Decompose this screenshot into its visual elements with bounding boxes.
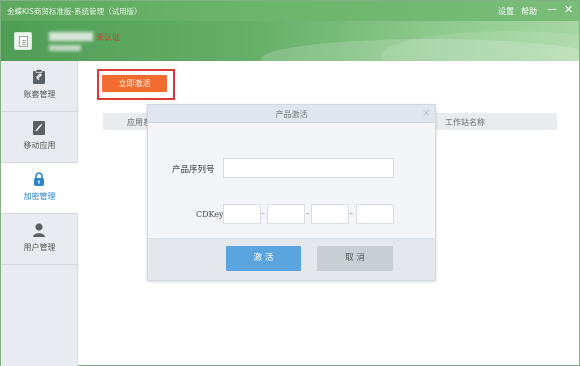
mobile-app-icon <box>33 121 45 135</box>
help-link[interactable]: 帮助 <box>521 6 537 17</box>
document-icon <box>19 36 28 47</box>
sidebar-item-encryption[interactable]: 加密管理 <box>1 163 78 213</box>
sidebar-item-label: 用户管理 <box>23 243 56 252</box>
cancel-button[interactable]: 取 消 <box>317 246 393 271</box>
company-avatar <box>14 32 32 50</box>
account-set-icon <box>33 69 45 84</box>
dialog-title: 产品激活 <box>275 110 308 119</box>
window-title: 金蝶KIS商贸标准版-系统管理（试用版） <box>7 7 142 16</box>
cdkey-separator: - <box>350 209 353 218</box>
activate-button[interactable]: 激 活 <box>226 246 301 271</box>
sidebar-item-label: 移动应用 <box>23 141 56 150</box>
minimize-icon[interactable]: — <box>547 4 557 15</box>
lock-icon <box>34 172 44 186</box>
serial-number-label: 产品序列号 <box>172 165 215 175</box>
dialog-title-bar: 产品激活 × <box>148 105 435 123</box>
cdkey-segment-2-input[interactable] <box>267 204 305 224</box>
cdkey-segment-3-input[interactable] <box>311 204 349 224</box>
cdkey-segment-1-input[interactable] <box>223 204 261 224</box>
close-icon[interactable]: × <box>422 108 430 119</box>
header-decoration-wave <box>261 39 579 61</box>
sidebar-divider <box>1 264 78 265</box>
cdkey-separator: - <box>306 209 309 218</box>
user-icon <box>33 223 45 237</box>
certification-status: 未认证 <box>96 33 120 42</box>
cdkey-segment-4-input[interactable] <box>356 204 394 224</box>
sidebar-item-account-sets[interactable]: 账套管理 <box>1 61 78 111</box>
sidebar-item-label: 加密管理 <box>23 192 56 201</box>
blurred-company-subtitle <box>49 45 81 51</box>
sidebar-item-users[interactable]: 用户管理 <box>1 214 78 264</box>
close-window-icon[interactable]: ✕ <box>564 3 573 16</box>
app-window: 金蝶KIS商贸标准版-系统管理（试用版） 设置 帮助 — ✕ 未认证 账套管理 <box>0 0 580 366</box>
sidebar-item-label: 账套管理 <box>23 90 56 99</box>
header-banner: 未认证 <box>1 21 579 61</box>
cdkey-label: CDKey <box>196 210 224 219</box>
serial-number-input[interactable] <box>223 158 394 178</box>
blurred-company-name <box>49 32 93 41</box>
title-bar: 金蝶KIS商贸标准版-系统管理（试用版） 设置 帮助 — ✕ <box>1 1 579 21</box>
cdkey-separator: - <box>262 209 265 218</box>
settings-link[interactable]: 设置 <box>498 6 514 17</box>
product-activation-dialog: 产品激活 × 产品序列号 CDKey - - - 激 活 取 消 <box>147 104 436 281</box>
sidebar-item-mobile-apps[interactable]: 移动应用 <box>1 112 78 162</box>
sidebar: 账套管理 移动应用 加密管理 用户管理 <box>1 61 78 366</box>
column-header-workstation[interactable]: 工作站名称 <box>445 117 485 128</box>
activate-now-button[interactable]: 立即激活 <box>102 75 167 92</box>
